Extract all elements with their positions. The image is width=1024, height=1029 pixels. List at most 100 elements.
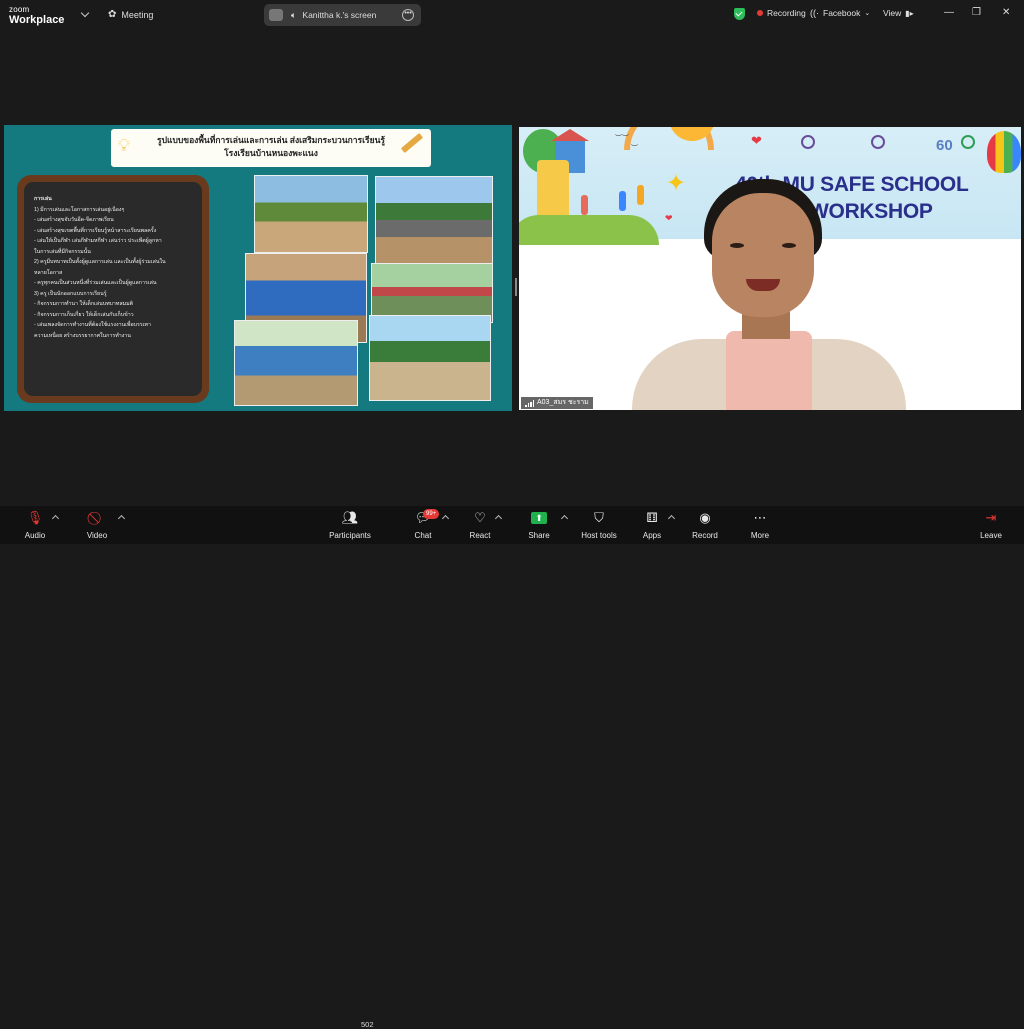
screen-share-label: Kanittha k.'s screen	[302, 10, 377, 20]
chalkboard-line: 2) ครูมีบทบาทเป็นทั้งผู้ดูแลการเล่น และเ…	[34, 259, 166, 265]
leave-door-icon: ⇥	[985, 510, 997, 525]
child-figure	[619, 191, 626, 211]
photo-children-circle	[234, 320, 358, 406]
video-button[interactable]: ⃠ Video	[72, 509, 122, 540]
chalkboard-line: - กิจกรรมการเก็บเกี่ยว ให้เด็กเล่นกับเก็…	[34, 311, 134, 318]
apps-button[interactable]: ⚅ Apps	[627, 509, 677, 540]
slide-title-line2: โรงเรียนบ้านหนองพะแนง	[224, 148, 318, 158]
recording-indicator[interactable]: Recording	[757, 8, 806, 18]
chalkboard-heading: การเล่น	[34, 196, 52, 202]
view-menu[interactable]: View ▮▸	[883, 8, 914, 18]
child-figure	[581, 195, 588, 215]
view-layout-icon: ▮▸	[905, 8, 914, 18]
speaker-icon[interactable]: 🔈︎	[291, 10, 296, 21]
participants-button[interactable]: 👥︎ Participants	[325, 509, 375, 540]
audio-button[interactable]: 🎙︎ Audio	[10, 509, 60, 540]
participants-icon: 👥︎	[341, 510, 359, 525]
photo-children-group	[254, 175, 368, 253]
chalkboard-text: การเล่น 1) มีการเล่นและโอกาสการเล่นอยู่เน…	[24, 182, 202, 396]
lightbulb-icon: 💡︎	[118, 136, 130, 155]
minimize-icon[interactable]: —	[944, 7, 954, 18]
participant-video[interactable]: ❤ ❤ ✦ ︶︶ ︶ 60 40th MU SAFE SCHOOL ANNUAL…	[519, 127, 1021, 410]
photo-crowd-field	[375, 176, 493, 264]
mic-muted-icon: 🎙︎	[26, 510, 44, 525]
meeting-menu[interactable]: ✿ Meeting	[108, 9, 153, 20]
chat-unread-badge: 99+	[423, 509, 440, 519]
shared-screen[interactable]: รูปแบบของพื้นที่การเล่นและการเล่น ส่งเสร…	[4, 125, 512, 411]
chalkboard-line: - ครูทุกคนเป็นส่วนหนึ่งที่ร่วมเล่นและเป็…	[34, 280, 157, 286]
shield-icon: ⛉	[594, 510, 604, 525]
chalkboard-line: 3) ครู เป็นนักออกแบบการเรียนรู้	[34, 290, 107, 297]
chalkboard-line: - กิจกรรมการทำนา ให้เด็กเล่นบทบาทสมมติ	[34, 301, 134, 307]
recording-label: Recording	[767, 8, 806, 18]
chalkboard-line: ความเหนื่อย สร้างบรรยากาศในการทำงาน	[34, 332, 131, 339]
slide-title-box: รูปแบบของพื้นที่การเล่นและการเล่น ส่งเสร…	[111, 129, 431, 167]
person-eye	[782, 243, 796, 248]
audio-label: Audio	[24, 531, 46, 540]
react-button[interactable]: ♡ React	[455, 509, 505, 540]
chat-label: Chat	[414, 531, 432, 540]
record-button[interactable]: ◉ Record	[680, 509, 730, 540]
participants-label: Participants	[329, 531, 371, 540]
bird-icon: ︶	[631, 145, 638, 152]
host-tools-button[interactable]: ⛉ Host tools	[574, 509, 624, 540]
close-icon[interactable]: ✕	[1002, 7, 1010, 18]
host-tools-label: Host tools	[581, 531, 617, 540]
view-label: View	[883, 8, 902, 18]
top-bar: zoom Workplace ✿ Meeting 🔈︎ Kanittha k.'…	[0, 0, 1024, 30]
photo-outdoor-event	[371, 263, 493, 323]
person-shirt	[726, 331, 812, 410]
paw-icon: ✿	[108, 9, 117, 20]
react-label: React	[469, 531, 491, 540]
university-logo-icon	[871, 135, 885, 149]
app-logo: zoom Workplace	[9, 4, 64, 26]
person-eye	[730, 243, 744, 248]
leave-button[interactable]: ⇥ Leave	[966, 509, 1016, 540]
camera-off-icon: ⃠	[86, 509, 108, 527]
chalkboard-line: - เล่นเพลงจัดการทำงานที่ต้องใช้แรงงานเพื…	[34, 322, 151, 328]
screen-thumbnail-icon	[269, 9, 283, 21]
screen-share-pill[interactable]: 🔈︎ Kanittha k.'s screen •••	[264, 4, 421, 26]
live-stream-facebook[interactable]: ((· Facebook ⌄	[810, 8, 870, 18]
share-button[interactable]: ⬆ Share	[514, 509, 564, 540]
university-logo-icon	[801, 135, 815, 149]
heart-react-icon: ♡	[474, 510, 486, 525]
chalkboard-line: - เล่นสร้างสุขจับวันอีด-จีดภาพเรียน	[34, 217, 114, 223]
organization-logos: 60	[781, 135, 1016, 170]
anniversary-60-logo-icon: 60	[936, 137, 953, 154]
slide-title-line1: รูปแบบของพื้นที่การเล่นและการเล่น ส่งเสร…	[157, 135, 385, 145]
leave-label: Leave	[980, 531, 1002, 540]
participant-name: A03_สมร ชะราม	[537, 399, 589, 406]
participant-person	[632, 179, 906, 410]
chalkboard-line: 1) มีการเล่นและโอกาสการเล่นอยู่เนืองๆ	[34, 206, 125, 213]
more-button[interactable]: ⋯ More	[735, 509, 785, 540]
recording-dot-icon	[757, 10, 763, 16]
more-options-icon[interactable]: •••	[402, 9, 414, 21]
playground-slide-graphic	[537, 160, 569, 220]
apps-label: Apps	[642, 531, 662, 540]
security-shield-icon[interactable]	[734, 8, 745, 20]
chalkboard-line: ในการเล่นที่มีกิจกรรมนั้น	[34, 248, 91, 255]
chevron-down-icon[interactable]	[80, 8, 90, 18]
more-label: More	[750, 531, 770, 540]
record-icon: ◉	[699, 510, 711, 525]
brand-line2: Workplace	[9, 14, 65, 26]
heart-icon: ❤	[751, 133, 762, 148]
video-label: Video	[86, 531, 108, 540]
meeting-label: Meeting	[121, 9, 154, 20]
signal-strength-icon	[525, 399, 534, 407]
person-face	[712, 193, 814, 317]
broadcast-icon: ((·	[810, 8, 819, 18]
chevron-down-icon: ⌄	[864, 10, 871, 17]
participants-count: 502	[361, 1020, 374, 1029]
hot-air-balloon-graphic	[987, 131, 1021, 173]
bird-icon: ︶︶	[615, 135, 629, 142]
split-resize-handle[interactable]	[515, 278, 517, 296]
chalkboard: การเล่น 1) มีการเล่นและโอกาสการเล่นอยู่เน…	[17, 175, 209, 403]
chalkboard-line: - เล่นสร้างสุขเขตพื้นที่การเรียนรู้หน้าส…	[34, 227, 157, 234]
record-label: Record	[692, 531, 718, 540]
share-label: Share	[528, 531, 550, 540]
participant-nameplate: A03_สมร ชะราม	[521, 397, 593, 409]
restore-icon[interactable]: ❐	[972, 7, 981, 18]
green-figure-logo-icon	[961, 135, 975, 149]
